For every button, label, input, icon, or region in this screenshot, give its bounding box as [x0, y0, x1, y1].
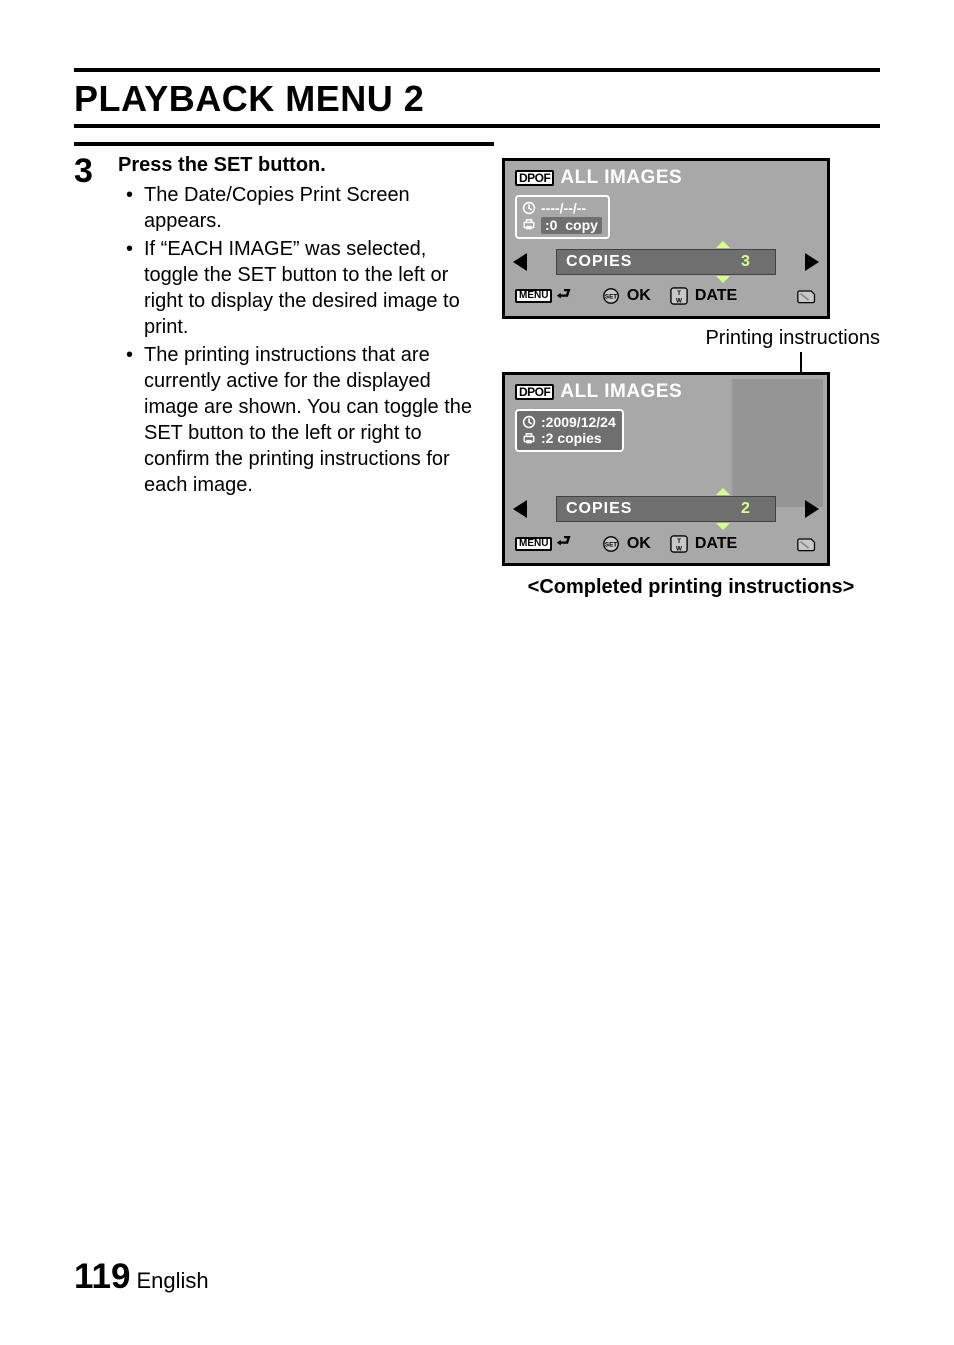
print-icon [521, 432, 537, 446]
camera-screen-2: DPOF ALL IMAGES :2009/12/24 [502, 372, 830, 567]
page-number: 119 [74, 1257, 130, 1296]
page-footer: 119English [74, 1257, 209, 1297]
print-icon [521, 218, 537, 232]
zoom-tw-icon: TW [669, 287, 689, 305]
svg-text:T: T [677, 290, 681, 297]
right-arrow-icon [805, 253, 819, 271]
annotation-label: Printing instructions [502, 327, 880, 350]
set-icon: SET [601, 535, 621, 553]
svg-text:SET: SET [605, 294, 617, 301]
rule [74, 68, 880, 72]
clock-icon [521, 201, 537, 215]
screen-header: DPOF ALL IMAGES [515, 381, 817, 403]
list-item: If “EACH IMAGE” was selected, toggle the… [126, 236, 484, 340]
menu-badge: MENU [515, 537, 552, 551]
two-column-layout: 3 Press the SET button. The Date/Copies … [74, 152, 880, 599]
list-item: The Date/Copies Print Screen appears. [126, 182, 484, 234]
svg-text:W: W [676, 545, 682, 552]
memory-card-icon [797, 287, 817, 305]
screen-footer: MENU ⮐ SET OK TW DATE [515, 530, 817, 557]
rule [74, 142, 494, 146]
left-arrow-icon [513, 253, 527, 271]
screen-header: DPOF ALL IMAGES [515, 167, 817, 189]
copies-strip: COPIES 3 [556, 249, 776, 275]
print-info-box: ----/--/-- :0 copy [515, 195, 610, 239]
step-number: 3 [74, 152, 118, 188]
step-heading: Press the SET button. [118, 152, 484, 178]
copies-control: COPIES 3 [511, 249, 821, 275]
copies-selected-value: 3 [726, 253, 766, 271]
right-arrow-icon [805, 500, 819, 518]
rule [74, 124, 880, 128]
copies-value: :0 copy [541, 217, 602, 234]
screen-footer: MENU ⮐ SET OK TW DATE [515, 283, 817, 310]
copies-selected-value: 2 [726, 500, 766, 518]
ok-label: OK [627, 287, 651, 305]
instruction-column: 3 Press the SET button. The Date/Copies … [74, 152, 502, 500]
step-body: Press the SET button. The Date/Copies Pr… [118, 152, 484, 500]
date-value: ----/--/-- [541, 200, 586, 217]
bullet-list: The Date/Copies Print Screen appears. If… [118, 182, 484, 498]
svg-text:SET: SET [605, 541, 617, 548]
camera-screen-1: DPOF ALL IMAGES ----/--/-- [502, 158, 830, 319]
set-icon: SET [601, 287, 621, 305]
copies-value: :2 copies [541, 430, 602, 447]
caption-completed: <Completed printing instructions> [502, 576, 880, 599]
date-label: DATE [695, 287, 737, 305]
svg-text:T: T [677, 538, 681, 545]
date-value: :2009/12/24 [541, 414, 616, 431]
ok-label: OK [627, 535, 651, 553]
memory-card-icon [797, 535, 817, 553]
copies-control: COPIES 2 [511, 496, 821, 522]
dpof-badge: DPOF [515, 384, 554, 400]
page-language: English [136, 1268, 208, 1293]
svg-text:W: W [676, 297, 682, 304]
screen-title: ALL IMAGES [560, 167, 682, 189]
dpof-badge: DPOF [515, 170, 554, 186]
list-item: The printing instructions that are curre… [126, 342, 484, 498]
screen-title: ALL IMAGES [560, 381, 682, 403]
date-label: DATE [695, 535, 737, 553]
zoom-tw-icon: TW [669, 535, 689, 553]
step: 3 Press the SET button. The Date/Copies … [74, 152, 484, 500]
annotation-leader [800, 352, 802, 372]
return-icon: ⮐ [556, 530, 570, 557]
page-title: PLAYBACK MENU 2 [74, 78, 880, 120]
copies-strip: COPIES 2 [556, 496, 776, 522]
illustration-column: DPOF ALL IMAGES ----/--/-- [502, 152, 880, 599]
menu-badge: MENU [515, 289, 552, 303]
left-arrow-icon [513, 500, 527, 518]
copies-label: COPIES [566, 253, 726, 271]
copies-label: COPIES [566, 500, 726, 518]
return-icon: ⮐ [556, 283, 570, 310]
manual-page: PLAYBACK MENU 2 3 Press the SET button. … [0, 0, 954, 1345]
print-info-box: :2009/12/24 :2 copies [515, 409, 624, 453]
clock-icon [521, 415, 537, 429]
